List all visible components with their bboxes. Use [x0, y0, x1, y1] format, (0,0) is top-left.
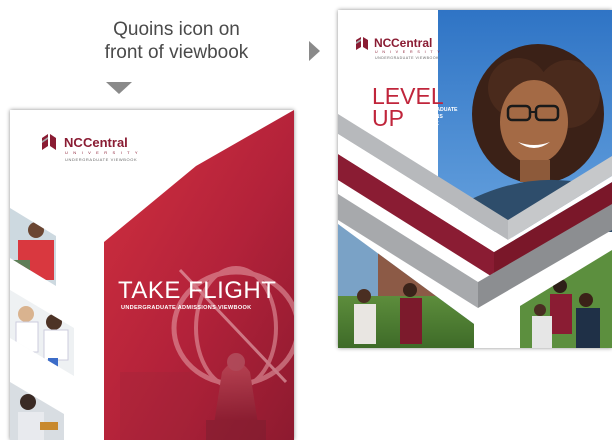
cover-title-line-2: UP	[372, 105, 404, 131]
caption: Quoins icon on front of viewbook	[74, 18, 279, 64]
arrow-right-icon	[309, 41, 320, 61]
cover-subtitle-line-2: ADMISSIONS	[410, 114, 443, 120]
logo-central: Central	[83, 135, 128, 150]
logo-tagline: UNDERGRADUATE VIEWBOOK	[65, 157, 137, 162]
caption-line-1: Quoins icon on	[113, 19, 240, 40]
logo-university: UNIVERSITY	[65, 150, 143, 155]
logo-nc: NC	[64, 135, 83, 150]
level-up-cover-art: NC Central UNIVERSITY UNDERGRADUATE VIEW…	[338, 10, 612, 348]
logo-central: Central	[391, 36, 432, 50]
cover-title: TAKE FLIGHT	[118, 277, 276, 304]
take-flight-cover-art: NC Central UNIVERSITY UNDERGRADUATE VIEW…	[10, 110, 294, 440]
logo-university: UNIVERSITY	[375, 50, 445, 54]
viewbook-level-up: NC Central UNIVERSITY UNDERGRADUATE VIEW…	[338, 10, 612, 348]
cover-subtitle-line-1: UNDERGRADUATE	[410, 107, 458, 113]
cover-subtitle: UNDERGRADUATE ADMISSIONS VIEWBOOK	[121, 305, 251, 311]
cover-subtitle-line-3: VIEWBOOK	[410, 121, 439, 127]
logo-nc: NC	[374, 36, 392, 50]
caption-line-2: front of viewbook	[104, 42, 249, 63]
logo-tagline: UNDERGRADUATE VIEWBOOK	[375, 56, 439, 60]
viewbook-take-flight: NC Central UNIVERSITY UNDERGRADUATE VIEW…	[10, 110, 294, 440]
arrow-down-icon	[106, 82, 132, 94]
